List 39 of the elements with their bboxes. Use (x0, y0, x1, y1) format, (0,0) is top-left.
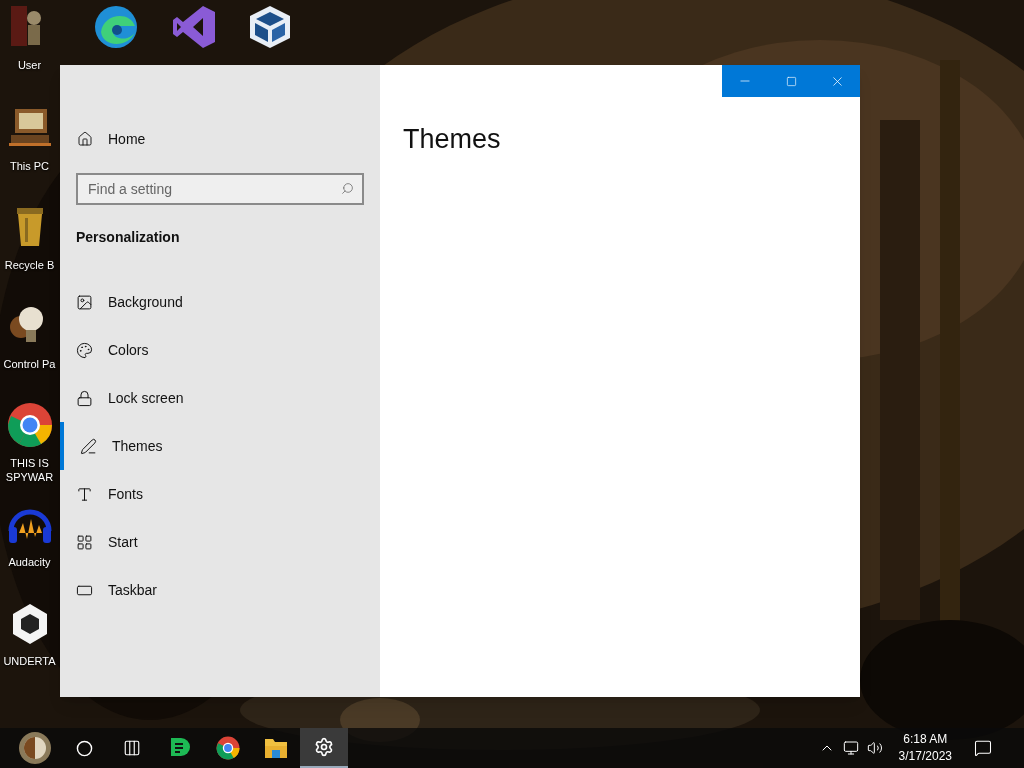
desktop-icon-label[interactable]: User (17, 58, 42, 72)
desktop-icon-label[interactable]: THIS IS SPYWAR (1, 456, 58, 484)
maximize-icon (785, 75, 797, 87)
font-icon (76, 485, 93, 503)
nav-item[interactable]: Background (60, 278, 380, 326)
taskbar-button[interactable] (300, 728, 348, 768)
search-icon (341, 182, 354, 195)
lock-icon (76, 389, 93, 407)
volume-icon[interactable] (866, 740, 883, 756)
chrome-icon (216, 736, 240, 760)
chrome-icon (6, 402, 53, 448)
desktop-icon-label[interactable]: Recycle B (4, 258, 55, 272)
image-icon (76, 293, 93, 311)
pen-icon (80, 437, 97, 455)
nav-item[interactable]: Colors (60, 326, 380, 374)
settings-icon (314, 737, 334, 757)
swirl-icon (92, 4, 139, 50)
folder-icon (264, 737, 288, 759)
nav-item[interactable]: Lock screen (60, 374, 380, 422)
nav-item[interactable]: Taskbar (60, 566, 380, 614)
notification-icon[interactable] (974, 739, 992, 757)
page-title: Themes (403, 123, 501, 156)
nav-item[interactable]: Start (60, 518, 380, 566)
section-heading: Personalization (76, 228, 181, 247)
search-field[interactable]: Find a setting (76, 173, 364, 205)
nav-item[interactable]: Fonts (60, 470, 380, 518)
home-link[interactable]: Home (60, 127, 380, 151)
clock[interactable]: 6:18 AM 3/17/2023 (892, 731, 958, 765)
palette-icon (76, 341, 93, 359)
desktop-icon-label[interactable]: Audacity (8, 555, 51, 569)
infinity-icon (170, 4, 217, 50)
desktop-icon-label[interactable]: Control Pa (3, 357, 56, 371)
desktop-icon-label[interactable]: UNDERTA (3, 654, 56, 668)
task-view-icon (123, 739, 141, 757)
grid-icon (76, 533, 93, 551)
home-icon (77, 131, 93, 147)
network-icon[interactable] (842, 740, 859, 756)
search-circle-icon (75, 739, 93, 757)
desktop-icon-label[interactable]: This PC (9, 159, 50, 173)
